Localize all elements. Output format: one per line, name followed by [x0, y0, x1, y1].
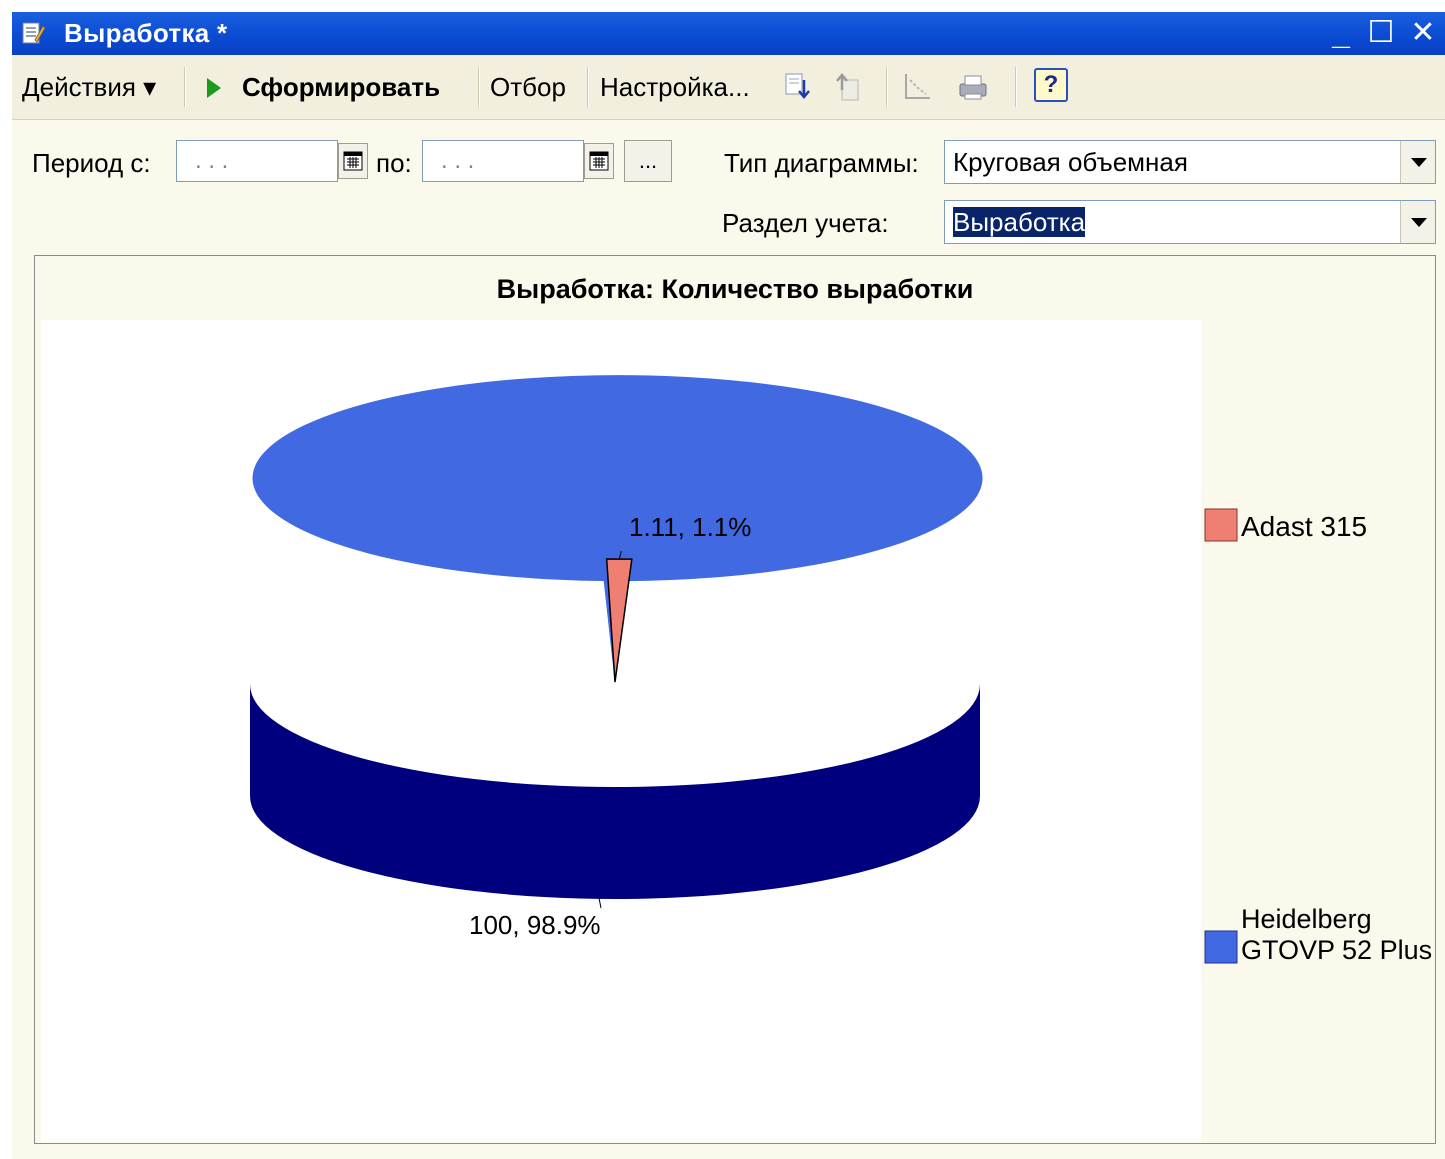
legend-swatch-heidelberg	[1204, 930, 1238, 964]
chart-type-label: Тип диаграммы:	[724, 148, 919, 178]
pie-slice-side	[250, 684, 980, 899]
chart-panel: Выработка: Количество выработки 1.11, 1.…	[34, 255, 1436, 1144]
maximize-button[interactable]: ☐	[1363, 16, 1399, 50]
legend-label-adast: Adast 315	[1241, 511, 1367, 542]
period-select-button[interactable]: ...	[624, 140, 672, 182]
actions-menu[interactable]: Действия ▾	[22, 69, 156, 105]
minimize-button[interactable]: _	[1323, 16, 1359, 50]
period-from-label: Период с:	[32, 148, 151, 178]
generate-button[interactable]: Сформировать	[242, 69, 440, 105]
filter-button[interactable]: Отбор	[490, 69, 566, 105]
toolbar-separator	[1015, 67, 1017, 107]
section-label: Раздел учета:	[722, 208, 889, 238]
save-settings-icon[interactable]	[832, 70, 866, 104]
report-window: Выработка * _ ☐ ✕ Действия ▾ Сформироват…	[12, 12, 1445, 1159]
legend-label-heidelberg: Heidelberg GTOVP 52 Plus	[1241, 904, 1432, 965]
calendar-icon	[589, 151, 609, 171]
play-icon	[207, 78, 221, 98]
data-label-heidelberg: 100, 98.9%	[469, 910, 601, 940]
settings-button[interactable]: Настройка...	[600, 69, 750, 105]
section-select[interactable]: Выработка	[944, 200, 1436, 244]
period-to-label: по:	[376, 148, 412, 178]
legend-swatch-adast	[1204, 508, 1238, 542]
pie-slice-adast	[605, 558, 633, 683]
calendar-icon	[343, 151, 363, 171]
calendar-from-button[interactable]	[338, 143, 368, 179]
chart-axes-icon[interactable]	[900, 70, 934, 104]
toolbar: Действия ▾ Сформировать Отбор Настройка.…	[12, 55, 1445, 120]
section-value: Выработка	[953, 207, 1086, 237]
toolbar-separator	[478, 67, 480, 107]
chart-type-value: Круговая объемная	[953, 147, 1188, 177]
chart-type-select[interactable]: Круговая объемная	[944, 140, 1436, 184]
window-title: Выработка *	[64, 18, 228, 48]
pie-chart: 1.11, 1.1% 100, 98.9% Adast 315 Heidelberg G…	[250, 375, 1432, 965]
print-icon[interactable]	[956, 70, 990, 104]
report-icon	[22, 22, 46, 44]
help-button[interactable]: ?	[1034, 68, 1068, 102]
period-from-field[interactable]: . . .	[176, 140, 338, 182]
chevron-down-icon[interactable]	[1400, 141, 1435, 183]
chevron-down-icon[interactable]	[1400, 201, 1435, 243]
title-bar: Выработка * _ ☐ ✕	[12, 12, 1445, 55]
period-to-field[interactable]: . . .	[422, 140, 584, 182]
data-label-leader	[598, 897, 602, 909]
close-button[interactable]: ✕	[1405, 16, 1441, 50]
toolbar-separator	[886, 67, 888, 107]
data-label-adast: 1.11, 1.1%	[629, 512, 751, 542]
load-settings-icon[interactable]	[780, 70, 814, 104]
toolbar-separator	[184, 67, 186, 107]
calendar-to-button[interactable]	[584, 143, 614, 179]
toolbar-separator	[587, 67, 589, 107]
